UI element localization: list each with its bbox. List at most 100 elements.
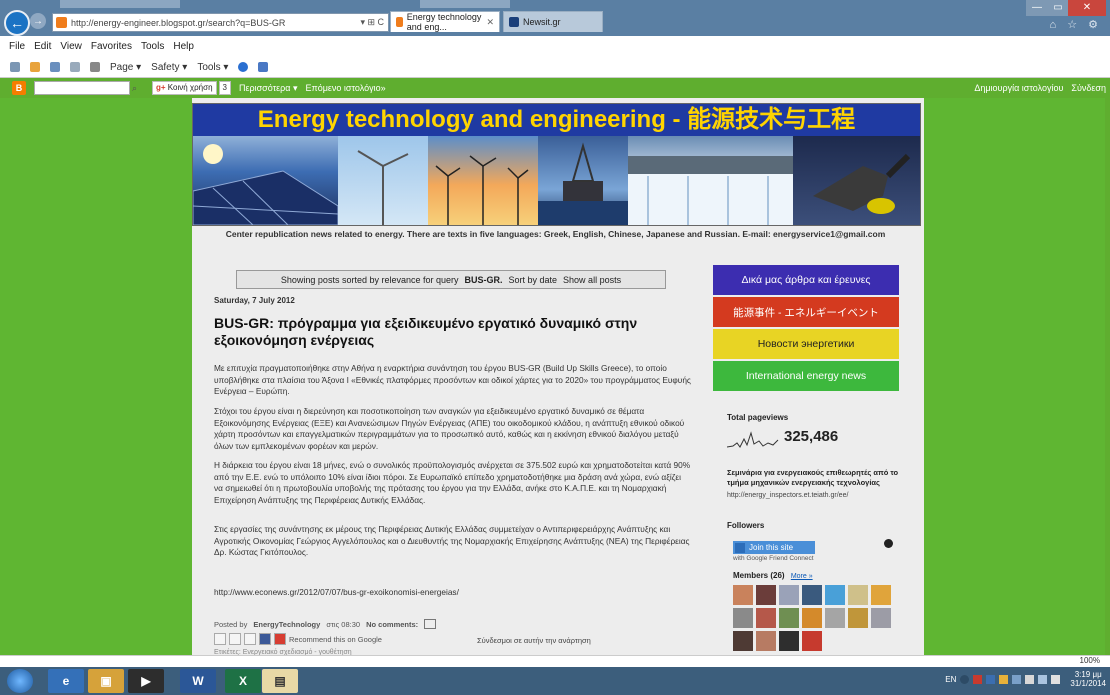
gplus-share-button[interactable]: g+ Κοινή χρήση — [152, 81, 217, 95]
blog-this-icon[interactable] — [229, 633, 241, 645]
tab-close-icon[interactable]: ✕ — [486, 17, 494, 28]
excel-icon[interactable]: X — [225, 669, 261, 693]
next-blog-link[interactable]: Επόμενο ιστολόγιο» — [306, 83, 386, 93]
sidebar-button-our-articles[interactable]: Δικά μας άρθρα και έρευνες — [713, 265, 899, 295]
tray-app-icon[interactable] — [999, 674, 1009, 684]
internet-explorer-icon[interactable]: e — [48, 669, 84, 693]
blog-header[interactable]: Energy technology and engineering - 能源技术… — [192, 103, 921, 226]
forward-button[interactable]: → — [30, 13, 46, 29]
feeds-icon[interactable] — [50, 62, 60, 72]
word-icon[interactable]: W — [180, 669, 216, 693]
post-title[interactable]: BUS-GR: πρόγραμμα για εξειδικευμένο εργα… — [214, 315, 684, 349]
page-scrollbar[interactable] — [1105, 98, 1110, 655]
post-time[interactable]: στις 08:30 — [326, 620, 360, 629]
gfc-settings-icon[interactable] — [884, 539, 893, 548]
create-blog-link[interactable]: Δημιουργία ιστολογίου — [974, 83, 1063, 93]
tab-newsit[interactable]: Newsit.gr — [503, 11, 603, 32]
tools-menu[interactable]: Tools ▾ — [197, 62, 228, 73]
avatar[interactable] — [779, 631, 799, 651]
avatar[interactable] — [871, 585, 891, 605]
avatar[interactable] — [848, 608, 868, 628]
gplus-one-icon[interactable] — [274, 633, 286, 645]
avatar[interactable] — [825, 585, 845, 605]
comments-link[interactable]: No comments: — [366, 620, 418, 629]
home-icon[interactable] — [30, 62, 40, 72]
close-button[interactable]: ✕ — [1068, 0, 1106, 16]
paint-icon[interactable]: ▤ — [262, 669, 298, 693]
avatar[interactable] — [848, 585, 868, 605]
avatar[interactable] — [802, 608, 822, 628]
avatar[interactable] — [871, 608, 891, 628]
tab-energy-technology[interactable]: Energy technology and eng... ✕ — [390, 11, 500, 32]
inspectors-link[interactable]: http://energy_inspectors.et.teiath.gr/ee… — [727, 492, 848, 499]
sort-by-date-link[interactable]: Sort by date — [509, 275, 558, 285]
email-post-icon[interactable] — [424, 619, 437, 629]
blogger-logo-icon[interactable]: B — [12, 81, 26, 95]
avatar[interactable] — [779, 585, 799, 605]
facebook-share-icon[interactable] — [259, 633, 271, 645]
twitter-share-icon[interactable] — [244, 633, 256, 645]
media-player-icon[interactable]: ▶ — [128, 669, 164, 693]
avatar[interactable] — [756, 608, 776, 628]
share-row: Recommend this on Google — [214, 633, 382, 645]
source-link[interactable]: http://www.econews.gr/2012/07/07/bus-gr-… — [214, 587, 459, 597]
zoom-level[interactable]: 100% — [1080, 656, 1100, 665]
members-more-link[interactable]: More » — [791, 573, 813, 580]
avatar[interactable] — [733, 608, 753, 628]
maximize-button[interactable]: ▭ — [1048, 0, 1068, 16]
avatar[interactable] — [802, 631, 822, 651]
tray-app-icon[interactable] — [960, 674, 970, 684]
join-site-button[interactable]: Join this site — [733, 541, 815, 554]
research-icon[interactable] — [258, 62, 269, 72]
blog-search-input[interactable] — [34, 81, 130, 95]
minimize-button[interactable]: — — [1026, 0, 1048, 16]
tray-app-icon[interactable] — [986, 674, 996, 684]
avatar[interactable] — [733, 631, 753, 651]
avatar[interactable] — [779, 608, 799, 628]
help-icon[interactable] — [238, 62, 249, 72]
antivirus-icon[interactable] — [973, 674, 983, 684]
more-link[interactable]: Περισσότερα ▾ — [239, 83, 298, 94]
inspectors-title: Σεμινάρια για ενεργειακούς επιθεωρητές α… — [727, 468, 899, 487]
google-friend-connect-icon — [735, 542, 745, 553]
avatar[interactable] — [733, 585, 753, 605]
clock[interactable]: 3:19 μμ 31/1/2014 — [1070, 670, 1106, 688]
menu-help[interactable]: Help — [173, 41, 194, 52]
print-icon[interactable] — [90, 62, 100, 72]
avatar[interactable] — [756, 631, 776, 651]
sidebar-button-international-news[interactable]: International energy news — [713, 361, 899, 391]
address-controls[interactable]: ▾ ⊞ C — [360, 17, 384, 28]
author-link[interactable]: EnergyTechnology — [253, 620, 320, 629]
avatar[interactable] — [756, 585, 776, 605]
favorites-bar-icon[interactable] — [10, 62, 20, 72]
avatar[interactable] — [802, 585, 822, 605]
search-icon[interactable]: ⌕ — [132, 83, 142, 93]
flag-icon[interactable] — [1025, 674, 1035, 684]
safety-menu[interactable]: Safety ▾ — [151, 62, 187, 73]
menu-tools[interactable]: Tools — [141, 41, 164, 52]
members-count: Members (26) — [733, 571, 785, 580]
sidebar-button-energy-events[interactable]: 能源事件 - エネルギーイベント — [713, 297, 899, 327]
page-menu[interactable]: Page ▾ — [110, 62, 141, 73]
sidebar-button-energy-news-ru[interactable]: Новости энергетики — [713, 329, 899, 359]
home-favorites-settings-icons[interactable]: ⌂ ☆ ⚙ — [1050, 18, 1102, 31]
volume-icon[interactable] — [1051, 674, 1061, 684]
back-button[interactable]: ← — [4, 10, 30, 36]
sign-in-link[interactable]: Σύνδεση — [1071, 83, 1106, 93]
network-icon[interactable] — [1012, 674, 1022, 684]
menu-favorites[interactable]: Favorites — [91, 41, 132, 52]
show-all-posts-link[interactable]: Show all posts — [563, 275, 621, 285]
address-bar[interactable]: http://energy-engineer.blogspot.gr/searc… — [52, 13, 389, 32]
display-icon[interactable] — [1038, 674, 1048, 684]
avatar[interactable] — [825, 608, 845, 628]
post-links-label[interactable]: Σύνδεσμοι σε αυτήν την ανάρτηση — [477, 636, 591, 645]
menu-edit[interactable]: Edit — [34, 41, 51, 52]
menu-file[interactable]: File — [9, 41, 25, 52]
language-indicator[interactable]: EN — [945, 675, 956, 684]
email-share-icon[interactable] — [214, 633, 226, 645]
command-bar: Page ▾ Safety ▾ Tools ▾ — [0, 57, 1110, 78]
start-button[interactable] — [7, 669, 33, 693]
menu-view[interactable]: View — [60, 41, 82, 52]
mail-icon[interactable] — [70, 62, 80, 72]
file-explorer-icon[interactable]: ▣ — [88, 669, 124, 693]
